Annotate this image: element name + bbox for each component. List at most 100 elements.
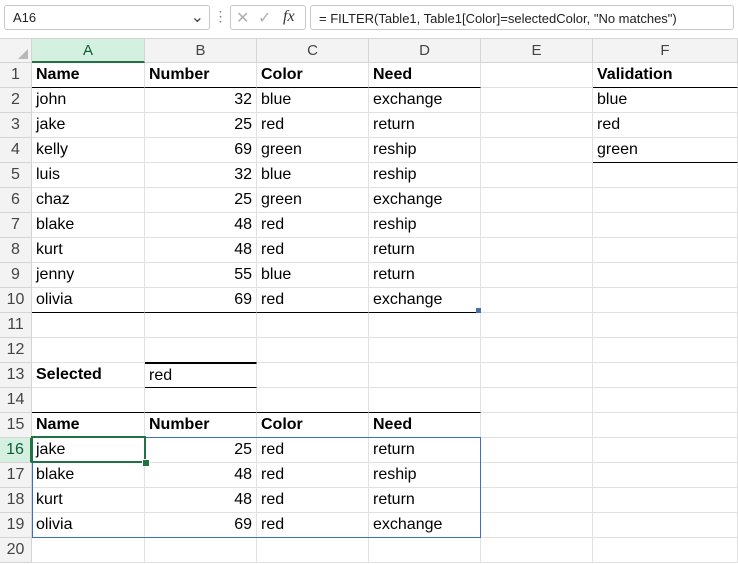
cell-d16[interactable]: return [369, 438, 481, 463]
cell-d15[interactable]: Need [369, 413, 481, 438]
cell-c17[interactable]: red [257, 463, 369, 488]
cell-c11[interactable] [257, 313, 369, 338]
cell-c9[interactable]: blue [257, 263, 369, 288]
cell-c4[interactable]: green [257, 138, 369, 163]
cell-f1[interactable]: Validation [593, 63, 738, 88]
cell-b1[interactable]: Number [145, 63, 257, 88]
cell-e11[interactable] [481, 313, 593, 338]
cell-e2[interactable] [481, 88, 593, 113]
cell-b10[interactable]: 69 [145, 288, 257, 313]
row-header-12[interactable]: 12 [0, 338, 32, 363]
cell-a18[interactable]: kurt [32, 488, 145, 513]
cell-a10[interactable]: olivia [32, 288, 145, 313]
cell-f6[interactable] [593, 188, 738, 213]
cell-a8[interactable]: kurt [32, 238, 145, 263]
cell-b15[interactable]: Number [145, 413, 257, 438]
cell-a11[interactable] [32, 313, 145, 338]
cell-b6[interactable]: 25 [145, 188, 257, 213]
cell-d13[interactable] [369, 363, 481, 388]
cell-f20[interactable] [593, 538, 738, 563]
row-header-20[interactable]: 20 [0, 538, 32, 563]
cell-c12[interactable] [257, 338, 369, 363]
cell-f8[interactable] [593, 238, 738, 263]
formula-input[interactable]: = FILTER(Table1, Table1[Color]=selectedC… [310, 5, 734, 30]
row-header-16[interactable]: 16 [0, 438, 32, 463]
cell-c20[interactable] [257, 538, 369, 563]
cell-b8[interactable]: 48 [145, 238, 257, 263]
cell-c7[interactable]: red [257, 213, 369, 238]
cell-a20[interactable] [32, 538, 145, 563]
cell-a16[interactable]: jake [32, 438, 145, 463]
chevron-down-icon[interactable]: ⌄ [191, 7, 204, 27]
cell-a5[interactable]: luis [32, 163, 145, 188]
cell-a19[interactable]: olivia [32, 513, 145, 538]
cell-a17[interactable]: blake [32, 463, 145, 488]
cell-c14[interactable] [257, 388, 369, 413]
row-header-18[interactable]: 18 [0, 488, 32, 513]
cell-f3[interactable]: red [593, 113, 738, 138]
cell-a13[interactable]: Selected [32, 363, 145, 388]
row-header-6[interactable]: 6 [0, 188, 32, 213]
row-header-15[interactable]: 15 [0, 413, 32, 438]
vertical-dots-icon[interactable]: ⋮ [213, 8, 228, 25]
cell-e15[interactable] [481, 413, 593, 438]
row-header-1[interactable]: 1 [0, 63, 32, 88]
cell-f14[interactable] [593, 388, 738, 413]
cell-d5[interactable]: reship [369, 163, 481, 188]
cell-d12[interactable] [369, 338, 481, 363]
cell-a7[interactable]: blake [32, 213, 145, 238]
cell-a12[interactable] [32, 338, 145, 363]
cell-e3[interactable] [481, 113, 593, 138]
column-header-e[interactable]: E [481, 39, 593, 63]
column-header-f[interactable]: F [593, 39, 738, 63]
cell-e13[interactable] [481, 363, 593, 388]
cell-c10[interactable]: red [257, 288, 369, 313]
cell-c19[interactable]: red [257, 513, 369, 538]
cell-d14[interactable] [369, 388, 481, 413]
cell-c8[interactable]: red [257, 238, 369, 263]
cell-e19[interactable] [481, 513, 593, 538]
row-header-11[interactable]: 11 [0, 313, 32, 338]
cell-f17[interactable] [593, 463, 738, 488]
row-header-7[interactable]: 7 [0, 213, 32, 238]
enter-icon[interactable]: ✓ [258, 8, 271, 28]
cell-b13[interactable]: red [145, 363, 257, 388]
cell-a1[interactable]: Name [32, 63, 145, 88]
cell-f10[interactable] [593, 288, 738, 313]
cell-b19[interactable]: 69 [145, 513, 257, 538]
cancel-icon[interactable]: ✕ [236, 8, 249, 28]
cell-b14[interactable] [145, 388, 257, 413]
column-header-a[interactable]: A [32, 39, 145, 63]
cell-e14[interactable] [481, 388, 593, 413]
row-header-17[interactable]: 17 [0, 463, 32, 488]
insert-function-icon[interactable]: fx [283, 8, 295, 26]
cell-f15[interactable] [593, 413, 738, 438]
cell-f9[interactable] [593, 263, 738, 288]
cell-d7[interactable]: reship [369, 213, 481, 238]
cell-b3[interactable]: 25 [145, 113, 257, 138]
cell-b5[interactable]: 32 [145, 163, 257, 188]
cell-e4[interactable] [481, 138, 593, 163]
cell-e16[interactable] [481, 438, 593, 463]
cell-f4[interactable]: green [593, 138, 738, 163]
name-box[interactable]: A16 ⌄ [4, 5, 210, 30]
cell-a2[interactable]: john [32, 88, 145, 113]
cell-f11[interactable] [593, 313, 738, 338]
cell-f13[interactable] [593, 363, 738, 388]
cell-f18[interactable] [593, 488, 738, 513]
cell-d8[interactable]: return [369, 238, 481, 263]
cell-a9[interactable]: jenny [32, 263, 145, 288]
row-header-3[interactable]: 3 [0, 113, 32, 138]
cell-c3[interactable]: red [257, 113, 369, 138]
cell-d17[interactable]: reship [369, 463, 481, 488]
cell-e17[interactable] [481, 463, 593, 488]
cell-b9[interactable]: 55 [145, 263, 257, 288]
cell-c2[interactable]: blue [257, 88, 369, 113]
cell-d20[interactable] [369, 538, 481, 563]
row-header-13[interactable]: 13 [0, 363, 32, 388]
cell-c5[interactable]: blue [257, 163, 369, 188]
row-header-14[interactable]: 14 [0, 388, 32, 413]
cell-e12[interactable] [481, 338, 593, 363]
cell-e20[interactable] [481, 538, 593, 563]
cell-b4[interactable]: 69 [145, 138, 257, 163]
